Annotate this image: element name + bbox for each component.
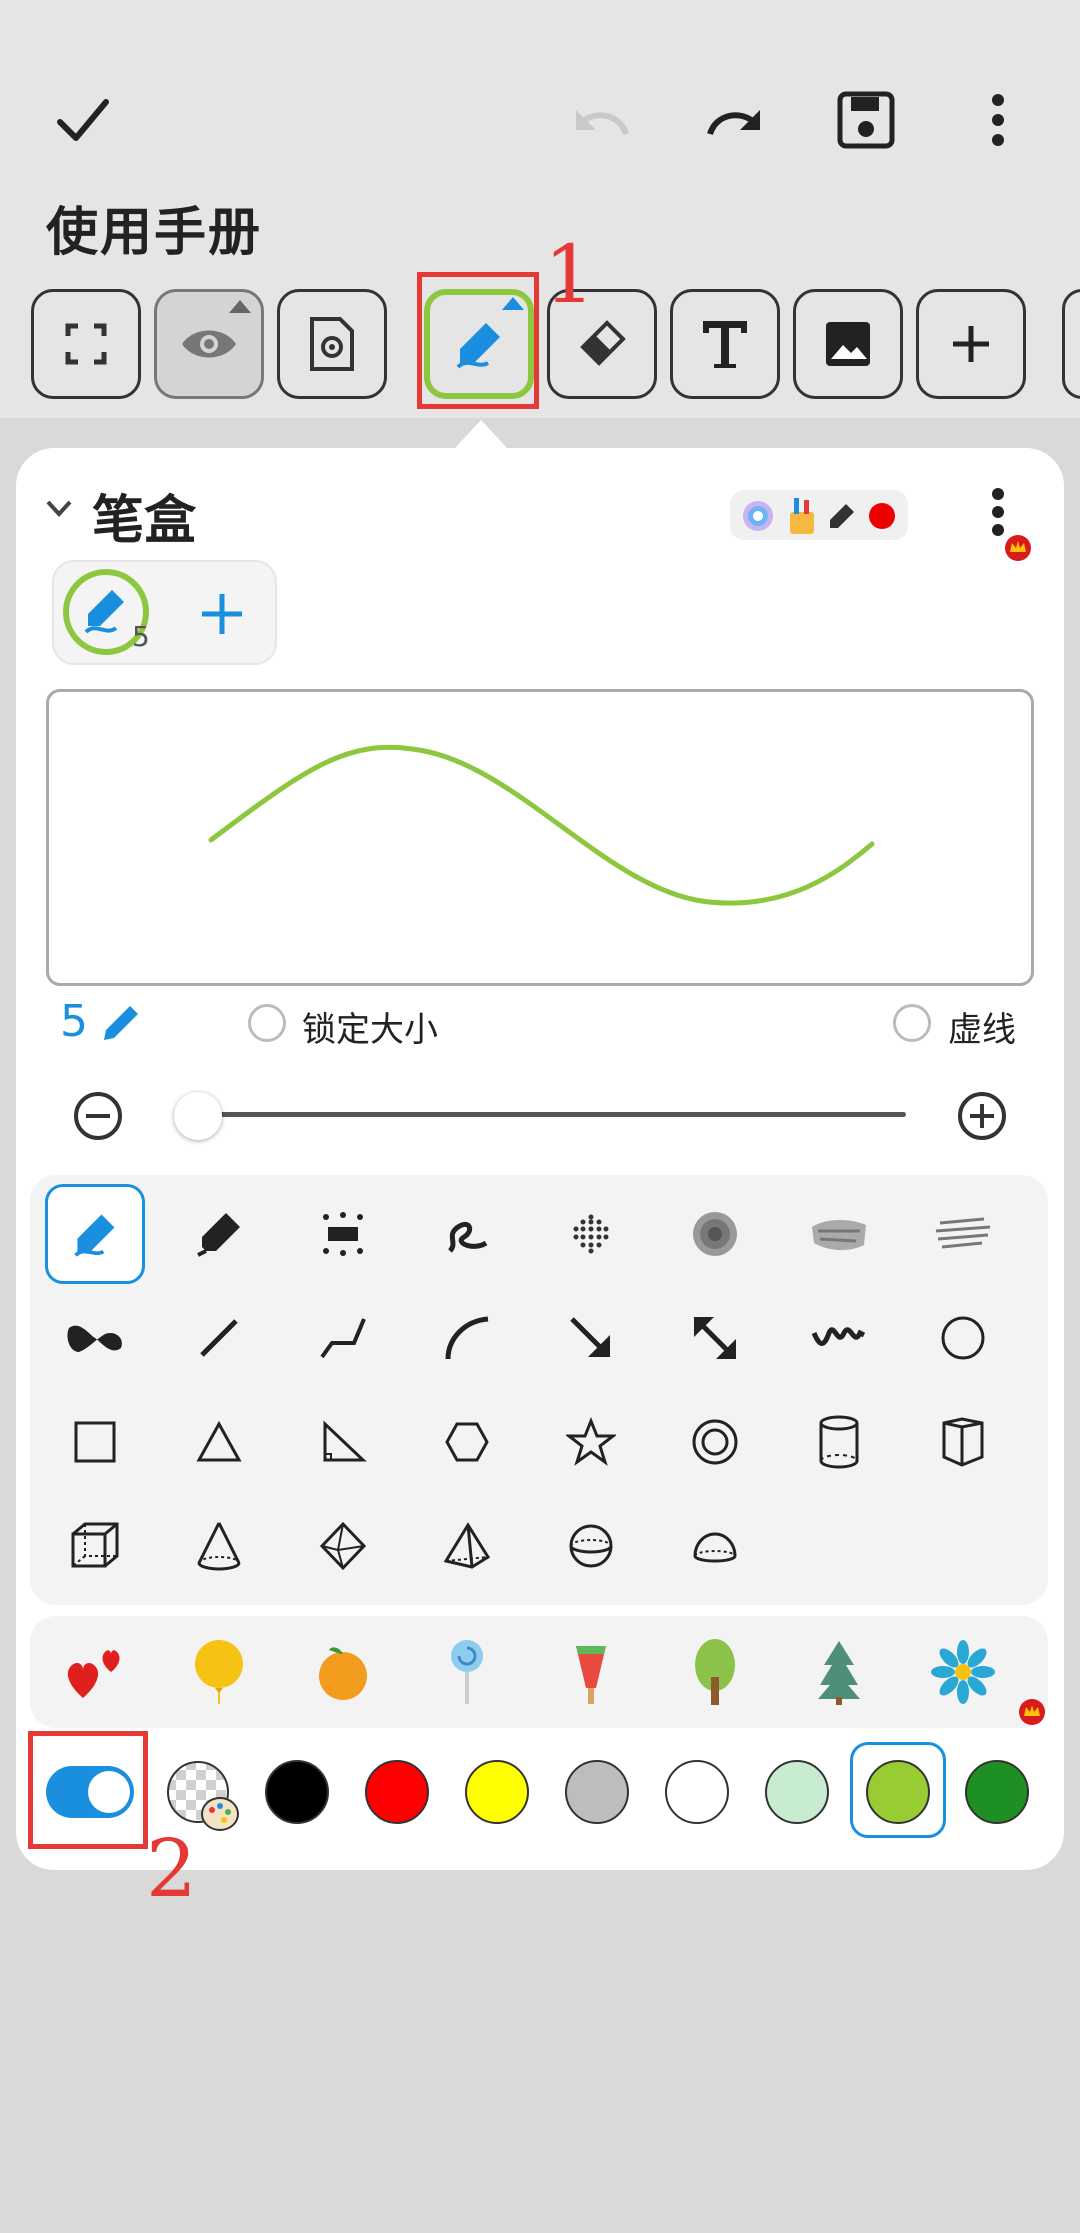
- more-tools-edge[interactable]: [1062, 289, 1080, 399]
- line-tool-icon[interactable]: [169, 1288, 269, 1388]
- annotation-box-2: [28, 1731, 148, 1849]
- text-icon: [703, 321, 747, 368]
- airbrush-icon[interactable]: [665, 1184, 765, 1284]
- size-slider-knob[interactable]: [174, 1092, 222, 1140]
- page-settings-tool[interactable]: [277, 289, 387, 399]
- fullscreen-tool[interactable]: [31, 289, 141, 399]
- size-slider-track[interactable]: [176, 1112, 906, 1117]
- color-swatch-white[interactable]: [665, 1760, 729, 1824]
- triangle-shape-icon[interactable]: [169, 1392, 269, 1492]
- hatching-brush-icon[interactable]: [913, 1184, 1013, 1284]
- color-swatch-black[interactable]: [265, 1760, 329, 1824]
- edit-size-icon[interactable]: [100, 1002, 142, 1044]
- check-icon[interactable]: [42, 80, 122, 160]
- prism-shape-icon[interactable]: [913, 1392, 1013, 1492]
- dot-spray-icon[interactable]: [541, 1184, 641, 1284]
- double-arrow-tool-icon[interactable]: [665, 1288, 765, 1388]
- orange-sticker-icon[interactable]: [293, 1622, 393, 1722]
- premium-crown-icon: [1004, 534, 1032, 566]
- lock-size-label: 锁定大小: [302, 1010, 438, 1050]
- color-swatch-mint[interactable]: [765, 1760, 829, 1824]
- collapse-chevron-icon[interactable]: [44, 496, 74, 524]
- polyline-tool-icon[interactable]: [293, 1288, 393, 1388]
- flower-sticker-icon[interactable]: [913, 1622, 1013, 1722]
- increase-size-icon[interactable]: [956, 1090, 1008, 1142]
- cone-shape-icon[interactable]: [169, 1496, 269, 1596]
- pine-tree-sticker-icon[interactable]: [789, 1622, 889, 1722]
- page-settings-icon: [310, 317, 354, 371]
- arrow-tool-icon[interactable]: [541, 1288, 641, 1388]
- dashed-radio[interactable]: [893, 1004, 931, 1042]
- small-pen-icon: [830, 504, 854, 528]
- ring-shape-icon[interactable]: [665, 1392, 765, 1492]
- dashed-label: 虚线: [948, 1010, 1016, 1050]
- redo-icon[interactable]: [694, 80, 774, 160]
- circle-shape-icon[interactable]: [913, 1288, 1013, 1388]
- sparkle-brush-icon[interactable]: [293, 1184, 393, 1284]
- arc-tool-icon[interactable]: [417, 1288, 517, 1388]
- image-tool[interactable]: [793, 289, 903, 399]
- pen-tray: 5: [52, 560, 277, 665]
- eraser-icon: [580, 320, 626, 366]
- cylinder-shape-icon[interactable]: [789, 1392, 889, 1492]
- hemisphere-shape-icon[interactable]: [665, 1496, 765, 1596]
- octahedron-shape-icon[interactable]: [293, 1496, 393, 1596]
- hearts-sticker-icon[interactable]: [45, 1622, 145, 1722]
- add-icon: [953, 326, 989, 362]
- calligraphy-brush-icon[interactable]: [417, 1184, 517, 1284]
- color-swatch-yellow[interactable]: [465, 1760, 529, 1824]
- right-triangle-shape-icon[interactable]: [293, 1392, 393, 1492]
- annotation-marker-1: 1: [544, 228, 595, 321]
- lollipop-sticker-icon[interactable]: [417, 1622, 517, 1722]
- eye-icon: [182, 330, 236, 358]
- color-swatch-red[interactable]: [365, 1760, 429, 1824]
- add-pen-icon[interactable]: [200, 592, 244, 636]
- undo-icon[interactable]: [562, 80, 642, 160]
- balloon-sticker-icon[interactable]: [169, 1622, 269, 1722]
- annotation-marker-2: 2: [146, 1822, 197, 1915]
- chalk-brush-icon[interactable]: [789, 1184, 889, 1284]
- pencil-cup-icon: [790, 498, 814, 534]
- star-shape-icon[interactable]: [541, 1392, 641, 1492]
- red-dot-icon: [869, 503, 895, 529]
- popover-notch: [455, 420, 507, 448]
- popsicle-sticker-icon[interactable]: [541, 1622, 641, 1722]
- text-tool[interactable]: [670, 289, 780, 399]
- lock-size-radio[interactable]: [248, 1004, 286, 1042]
- color-swatch-gray[interactable]: [565, 1760, 629, 1824]
- square-shape-icon[interactable]: [45, 1392, 145, 1492]
- save-icon[interactable]: [826, 80, 906, 160]
- stroke-preview: [46, 689, 1034, 986]
- bow-brush-icon[interactable]: [45, 1288, 145, 1388]
- pyramid-shape-icon[interactable]: [417, 1496, 517, 1596]
- page-title: 使用手册: [46, 203, 263, 263]
- color-swatch-yellow-green[interactable]: [866, 1760, 930, 1824]
- tree-sticker-icon[interactable]: [665, 1622, 765, 1722]
- decrease-size-icon[interactable]: [72, 1090, 124, 1142]
- view-tool[interactable]: [154, 289, 264, 399]
- highlighter-icon[interactable]: [169, 1184, 269, 1284]
- sphere-shape-icon[interactable]: [541, 1496, 641, 1596]
- fountain-pen-brush[interactable]: [45, 1184, 145, 1284]
- pen-size-value[interactable]: 5: [60, 996, 88, 1047]
- color-swatch-green[interactable]: [965, 1760, 1029, 1824]
- target-icon: [743, 501, 773, 531]
- pen-box-title: 笔盒: [92, 491, 197, 551]
- submenu-indicator: [229, 300, 251, 313]
- pen-size-badge: 5: [132, 620, 150, 653]
- quick-chips[interactable]: [730, 490, 908, 540]
- sticker-premium-crown-icon: [1018, 1698, 1046, 1730]
- more-icon[interactable]: [958, 80, 1038, 160]
- fullscreen-icon: [65, 323, 107, 365]
- add-tool[interactable]: [916, 289, 1026, 399]
- hexagon-shape-icon[interactable]: [417, 1392, 517, 1492]
- cube-shape-icon[interactable]: [45, 1496, 145, 1596]
- image-icon: [826, 322, 870, 366]
- annotation-box-1: [417, 272, 539, 409]
- wave-tool-icon[interactable]: [789, 1288, 889, 1388]
